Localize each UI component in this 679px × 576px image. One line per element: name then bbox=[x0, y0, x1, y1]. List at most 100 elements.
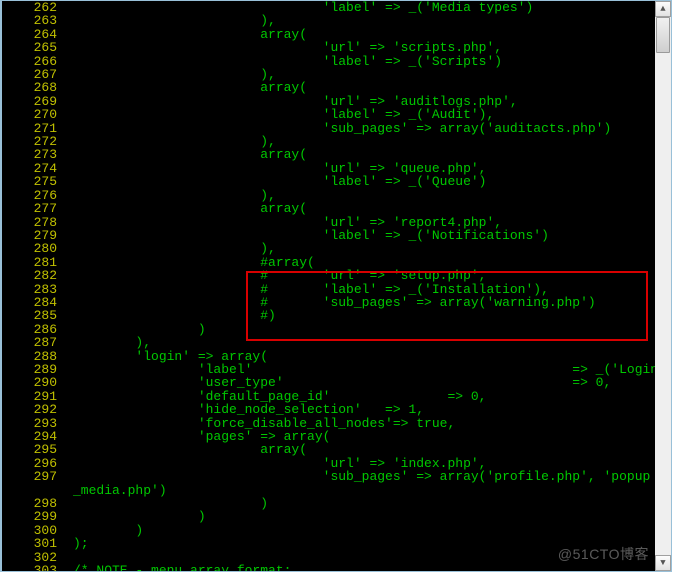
watermark-text: @51CTO博客 bbox=[558, 544, 649, 564]
code-line: 275 'label' => _('Queue') bbox=[2, 175, 655, 188]
line-number: 284 bbox=[2, 296, 57, 309]
line-number: 303 bbox=[2, 564, 57, 572]
line-number: 298 bbox=[2, 497, 57, 510]
line-number: 282 bbox=[2, 269, 57, 282]
code-text: array( bbox=[73, 148, 307, 161]
code-line: 286 ) bbox=[2, 323, 655, 336]
code-text: ) bbox=[73, 510, 206, 523]
line-number: 287 bbox=[2, 336, 57, 349]
line-number: 297 bbox=[2, 470, 57, 483]
code-line: 289 'label' => _('Login'), bbox=[2, 363, 655, 376]
line-number: 283 bbox=[2, 283, 57, 296]
code-text: 'label' => _('Queue') bbox=[73, 175, 486, 188]
line-number: 302 bbox=[2, 551, 57, 564]
code-line: 297 'sub_pages' => array('profile.php', … bbox=[2, 470, 655, 483]
line-number: 262 bbox=[2, 1, 57, 14]
line-number: 294 bbox=[2, 430, 57, 443]
code-text: 'hide_node_selection' => 1, bbox=[73, 403, 424, 416]
line-number: 288 bbox=[2, 350, 57, 363]
code-text: ), bbox=[73, 189, 276, 202]
code-line: 293 'force_disable_all_nodes'=> true, bbox=[2, 417, 655, 430]
line-number: 264 bbox=[2, 28, 57, 41]
line-number: 301 bbox=[2, 537, 57, 550]
code-text: /* NOTE - menu array format: bbox=[73, 564, 291, 572]
line-number: 269 bbox=[2, 95, 57, 108]
code-text: # 'url' => 'setup.php', bbox=[73, 269, 486, 282]
line-number: 296 bbox=[2, 457, 57, 470]
code-text: array( bbox=[73, 443, 307, 456]
line-number: 292 bbox=[2, 403, 57, 416]
code-line: 285 #) bbox=[2, 309, 655, 322]
line-number: 273 bbox=[2, 148, 57, 161]
code-text: ) bbox=[73, 323, 206, 336]
code-line: 296 'url' => 'index.php', bbox=[2, 457, 655, 470]
code-text: _media.php') bbox=[73, 484, 167, 497]
line-number: 300 bbox=[2, 524, 57, 537]
scroll-up-button[interactable]: ▲ bbox=[655, 1, 671, 17]
code-line: 281 #array( bbox=[2, 256, 655, 269]
chevron-up-icon: ▲ bbox=[660, 4, 665, 14]
code-text: ) bbox=[73, 497, 268, 510]
line-number: 270 bbox=[2, 108, 57, 121]
code-line: 270 'label' => _('Audit'), bbox=[2, 108, 655, 121]
code-line: 287 ), bbox=[2, 336, 655, 349]
scroll-down-button[interactable]: ▼ bbox=[655, 555, 671, 571]
vertical-scrollbar[interactable]: ▲ ▼ bbox=[655, 1, 671, 571]
code-line: 266 'label' => _('Scripts') bbox=[2, 55, 655, 68]
code-editor[interactable]: 262 'label' => _('Media types')263 ),264… bbox=[2, 1, 655, 571]
code-line: 279 'label' => _('Notifications') bbox=[2, 229, 655, 242]
code-line: 276 ), bbox=[2, 189, 655, 202]
line-number: 266 bbox=[2, 55, 57, 68]
code-line: 262 'label' => _('Media types') bbox=[2, 1, 655, 14]
line-number: 286 bbox=[2, 323, 57, 336]
line-number: 271 bbox=[2, 122, 57, 135]
code-text: 'label' => _('Media types') bbox=[73, 1, 533, 14]
code-line: 299 ) bbox=[2, 510, 655, 523]
code-text: 'url' => 'index.php', bbox=[73, 457, 486, 470]
code-text: 'sub_pages' => array('auditacts.php') bbox=[73, 122, 611, 135]
code-line: 277 array( bbox=[2, 202, 655, 215]
code-line: 264 array( bbox=[2, 28, 655, 41]
code-text: 'label' => _('Audit'), bbox=[73, 108, 494, 121]
code-text: 'sub_pages' => array('profile.php', 'pop… bbox=[73, 470, 650, 483]
code-line: 269 'url' => 'auditlogs.php', bbox=[2, 95, 655, 108]
code-line: 288 'login' => array( bbox=[2, 350, 655, 363]
code-text: 'url' => 'scripts.php', bbox=[73, 41, 502, 54]
code-line: _media.php') bbox=[2, 484, 655, 497]
line-number: 276 bbox=[2, 189, 57, 202]
line-number: 277 bbox=[2, 202, 57, 215]
code-text: ) bbox=[73, 524, 143, 537]
code-text: # 'sub_pages' => array('warning.php') bbox=[73, 296, 596, 309]
code-text: 'user_type' => 0, bbox=[73, 376, 611, 389]
line-number: 285 bbox=[2, 309, 57, 322]
terminal-window: 262 'label' => _('Media types')263 ),264… bbox=[0, 0, 672, 572]
line-number: 281 bbox=[2, 256, 57, 269]
code-line: 303 /* NOTE - menu array format: bbox=[2, 564, 655, 572]
code-line: 267 ), bbox=[2, 68, 655, 81]
code-line: 294 'pages' => array( bbox=[2, 430, 655, 443]
code-text: #) bbox=[73, 309, 276, 322]
line-number: 293 bbox=[2, 417, 57, 430]
code-line: 263 ), bbox=[2, 14, 655, 27]
code-line: 282 # 'url' => 'setup.php', bbox=[2, 269, 655, 282]
code-text: 'force_disable_all_nodes'=> true, bbox=[73, 417, 455, 430]
scrollbar-thumb[interactable] bbox=[656, 17, 670, 53]
code-line: 283 # 'label' => _('Installation'), bbox=[2, 283, 655, 296]
line-number: 289 bbox=[2, 363, 57, 376]
line-number: 275 bbox=[2, 175, 57, 188]
code-text: 'url' => 'auditlogs.php', bbox=[73, 95, 518, 108]
code-line: 265 'url' => 'scripts.php', bbox=[2, 41, 655, 54]
line-number: 274 bbox=[2, 162, 57, 175]
code-line: 291 'default_page_id' => 0, bbox=[2, 390, 655, 403]
code-text: array( bbox=[73, 202, 307, 215]
code-text: 'label' => _('Scripts') bbox=[73, 55, 502, 68]
line-number bbox=[2, 484, 57, 497]
code-line: 278 'url' => 'report4.php', bbox=[2, 216, 655, 229]
code-text: ), bbox=[73, 135, 276, 148]
code-text: 'url' => 'report4.php', bbox=[73, 216, 502, 229]
code-line: 274 'url' => 'queue.php', bbox=[2, 162, 655, 175]
code-text: ), bbox=[73, 14, 276, 27]
code-line: 271 'sub_pages' => array('auditacts.php'… bbox=[2, 122, 655, 135]
code-line: 295 array( bbox=[2, 443, 655, 456]
line-number: 295 bbox=[2, 443, 57, 456]
